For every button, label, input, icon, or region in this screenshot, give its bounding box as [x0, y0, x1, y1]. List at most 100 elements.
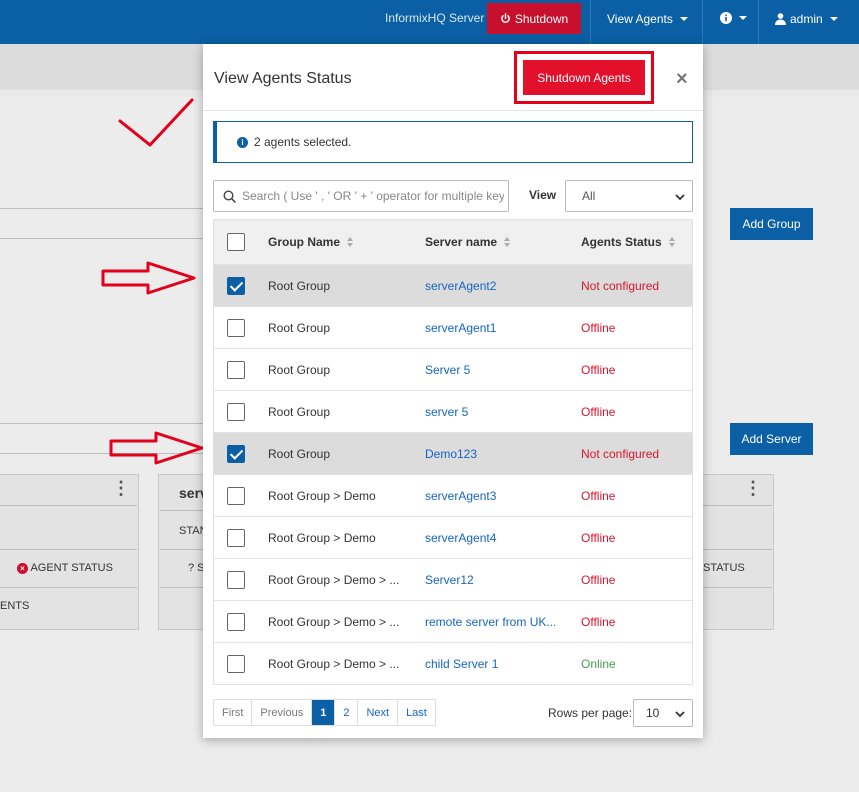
column-label: Server name [425, 235, 498, 249]
user-menu[interactable]: admin [775, 12, 838, 26]
column-header-server-name[interactable]: Server name [425, 235, 511, 249]
selection-info-alert: i 2 agents selected. [213, 121, 693, 163]
power-icon [500, 13, 510, 23]
table-row[interactable]: Root Group > Demo > ... Server12 Offline [214, 558, 692, 600]
nav-divider [758, 0, 759, 44]
add-group-button[interactable]: Add Group [730, 208, 813, 240]
card-status-label: STATUS [703, 562, 745, 574]
more-vertical-icon[interactable]: ⋮ [112, 478, 130, 499]
add-server-button[interactable]: Add Server [730, 423, 813, 455]
shutdown-button[interactable]: Shutdown [487, 3, 581, 34]
agent-status-cell: Offline [581, 572, 616, 587]
divider [692, 587, 772, 588]
view-agents-status-modal: View Agents Status Shutdown Agents × i 2… [203, 44, 703, 738]
server-name-link[interactable]: server 5 [425, 405, 468, 419]
view-filter-value: All [582, 189, 596, 203]
column-label: Agents Status [581, 235, 662, 249]
table-row[interactable]: Root Group server 5 Offline [214, 390, 692, 432]
server-name-link[interactable]: serverAgent2 [425, 279, 496, 293]
table-row[interactable]: Root Group Server 5 Offline [214, 348, 692, 390]
first-page-button[interactable]: First [214, 700, 253, 725]
row-checkbox[interactable] [227, 444, 245, 463]
view-agents-menu[interactable]: View Agents [607, 12, 688, 26]
server-label: InformixHQ Server [385, 11, 485, 25]
agent-status-cell: Not configured [581, 446, 660, 461]
view-filter-select[interactable]: All [565, 180, 693, 212]
rows-per-page-label: Rows per page: [548, 706, 633, 720]
search-input[interactable] [242, 189, 504, 203]
rows-per-page-select[interactable]: 10 [633, 699, 693, 727]
checkmark-annotation-icon [118, 98, 194, 147]
divider [0, 587, 137, 588]
row-checkbox[interactable] [227, 360, 245, 379]
nav-divider [590, 0, 591, 44]
user-label: admin [790, 12, 823, 26]
divider [0, 238, 203, 239]
server-name-link[interactable]: Demo123 [425, 447, 477, 461]
previous-page-button[interactable]: Previous [252, 700, 313, 725]
divider [692, 549, 772, 550]
divider [160, 510, 203, 511]
next-page-button[interactable]: Next [358, 700, 399, 725]
divider [0, 208, 203, 209]
arrow-right-annotation-icon [109, 431, 204, 465]
column-header-group-name[interactable]: Group Name [268, 235, 354, 249]
server-name-link[interactable]: remote server from UK... [425, 615, 556, 629]
more-vertical-icon[interactable]: ⋮ [744, 478, 762, 499]
page-2-button[interactable]: 2 [335, 700, 359, 725]
divider [160, 587, 203, 588]
table-row[interactable]: Root Group > Demo serverAgent3 Offline [214, 474, 692, 516]
chevron-down-icon [739, 16, 747, 20]
nav-divider [702, 0, 703, 44]
row-checkbox[interactable] [227, 486, 245, 505]
row-checkbox[interactable] [227, 402, 245, 421]
modal-title: View Agents Status [214, 70, 352, 87]
chevron-down-icon [829, 17, 838, 21]
row-checkbox[interactable] [227, 276, 245, 295]
server-name-link[interactable]: Server12 [425, 573, 474, 587]
server-name-link[interactable]: serverAgent1 [425, 321, 496, 335]
group-name-cell: Root Group [268, 446, 331, 461]
chevron-down-icon [675, 711, 685, 718]
divider [692, 505, 772, 506]
select-all-checkbox[interactable] [227, 233, 245, 251]
divider [0, 549, 137, 550]
group-name-cell: Root Group [268, 320, 331, 335]
add-server-label: Add Server [741, 432, 802, 446]
table-row[interactable]: Root Group serverAgent2 Not configured [214, 264, 692, 306]
help-menu[interactable] [720, 12, 747, 24]
search-field[interactable] [213, 180, 509, 212]
row-checkbox[interactable] [227, 612, 245, 631]
agents-table: Group Name Server name Agents Status Roo… [213, 219, 693, 685]
row-checkbox[interactable] [227, 570, 245, 589]
agent-status-cell: Offline [581, 404, 616, 419]
server-name-link[interactable]: serverAgent3 [425, 489, 496, 503]
search-icon [223, 189, 236, 203]
agent-status-cell: Online [581, 656, 616, 671]
top-navbar: InformixHQ Server Shutdown View Agents a… [0, 0, 859, 44]
row-checkbox[interactable] [227, 654, 245, 673]
group-name-cell: Root Group > Demo [268, 530, 376, 545]
server-name-link[interactable]: child Server 1 [425, 657, 498, 671]
table-row[interactable]: Root Group > Demo > ... child Server 1 O… [214, 642, 692, 684]
shutdown-agents-button[interactable]: Shutdown Agents [523, 60, 645, 95]
agent-status-cell: Offline [581, 362, 616, 377]
table-row[interactable]: Root Group > Demo > ... remote server fr… [214, 600, 692, 642]
server-name-link[interactable]: serverAgent4 [425, 531, 496, 545]
row-checkbox[interactable] [227, 318, 245, 337]
column-header-agents-status[interactable]: Agents Status [581, 235, 675, 249]
sort-icon [668, 237, 675, 247]
page-1-button[interactable]: 1 [312, 700, 336, 725]
server-name-link[interactable]: Server 5 [425, 363, 470, 377]
group-name-cell: Root Group > Demo [268, 488, 376, 503]
last-page-button[interactable]: Last [398, 700, 435, 725]
view-label: View [529, 188, 557, 202]
agent-status-cell: Not configured [581, 278, 660, 293]
row-checkbox[interactable] [227, 528, 245, 547]
table-row[interactable]: Root Group serverAgent1 Offline [214, 306, 692, 348]
table-row[interactable]: Root Group Demo123 Not configured [214, 432, 692, 474]
group-name-cell: Root Group [268, 404, 331, 419]
table-row[interactable]: Root Group > Demo serverAgent4 Offline [214, 516, 692, 558]
agent-status-row: × AGENT STATUS [17, 562, 113, 574]
close-icon[interactable]: × [676, 68, 688, 91]
